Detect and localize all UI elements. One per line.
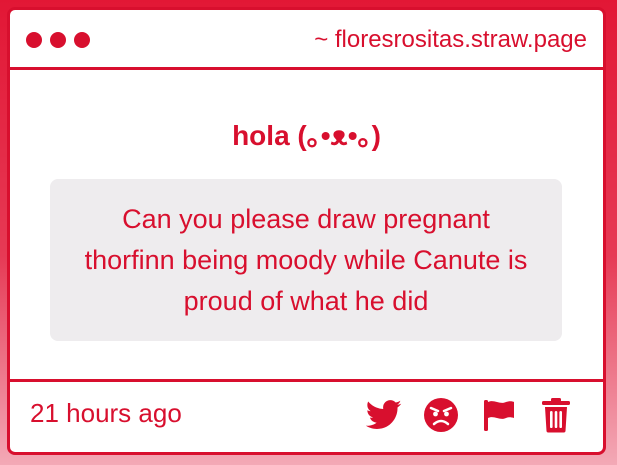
card-footer: 21 hours ago [10,379,603,452]
angry-face-icon[interactable] [422,396,460,434]
trash-icon[interactable] [537,396,575,434]
twitter-icon[interactable] [365,396,403,434]
site-url[interactable]: ~ floresrositas.straw.page [314,26,587,54]
question-bubble: Can you please draw pregnant thorfinn be… [50,179,562,341]
greeting-title: hola (｡•ᴥ•｡) [232,120,381,151]
message-card: ~ floresrositas.straw.page hola (｡•ᴥ•｡) … [7,7,606,455]
window-dot [50,32,66,48]
question-text: Can you please draw pregnant thorfinn be… [84,203,528,316]
window-dot [74,32,90,48]
card-content: hola (｡•ᴥ•｡) Can you please draw pregnan… [10,70,603,382]
flag-icon[interactable] [480,396,518,434]
window-dot [26,32,42,48]
window-titlebar: ~ floresrositas.straw.page [10,10,603,70]
timestamp: 21 hours ago [30,398,182,428]
